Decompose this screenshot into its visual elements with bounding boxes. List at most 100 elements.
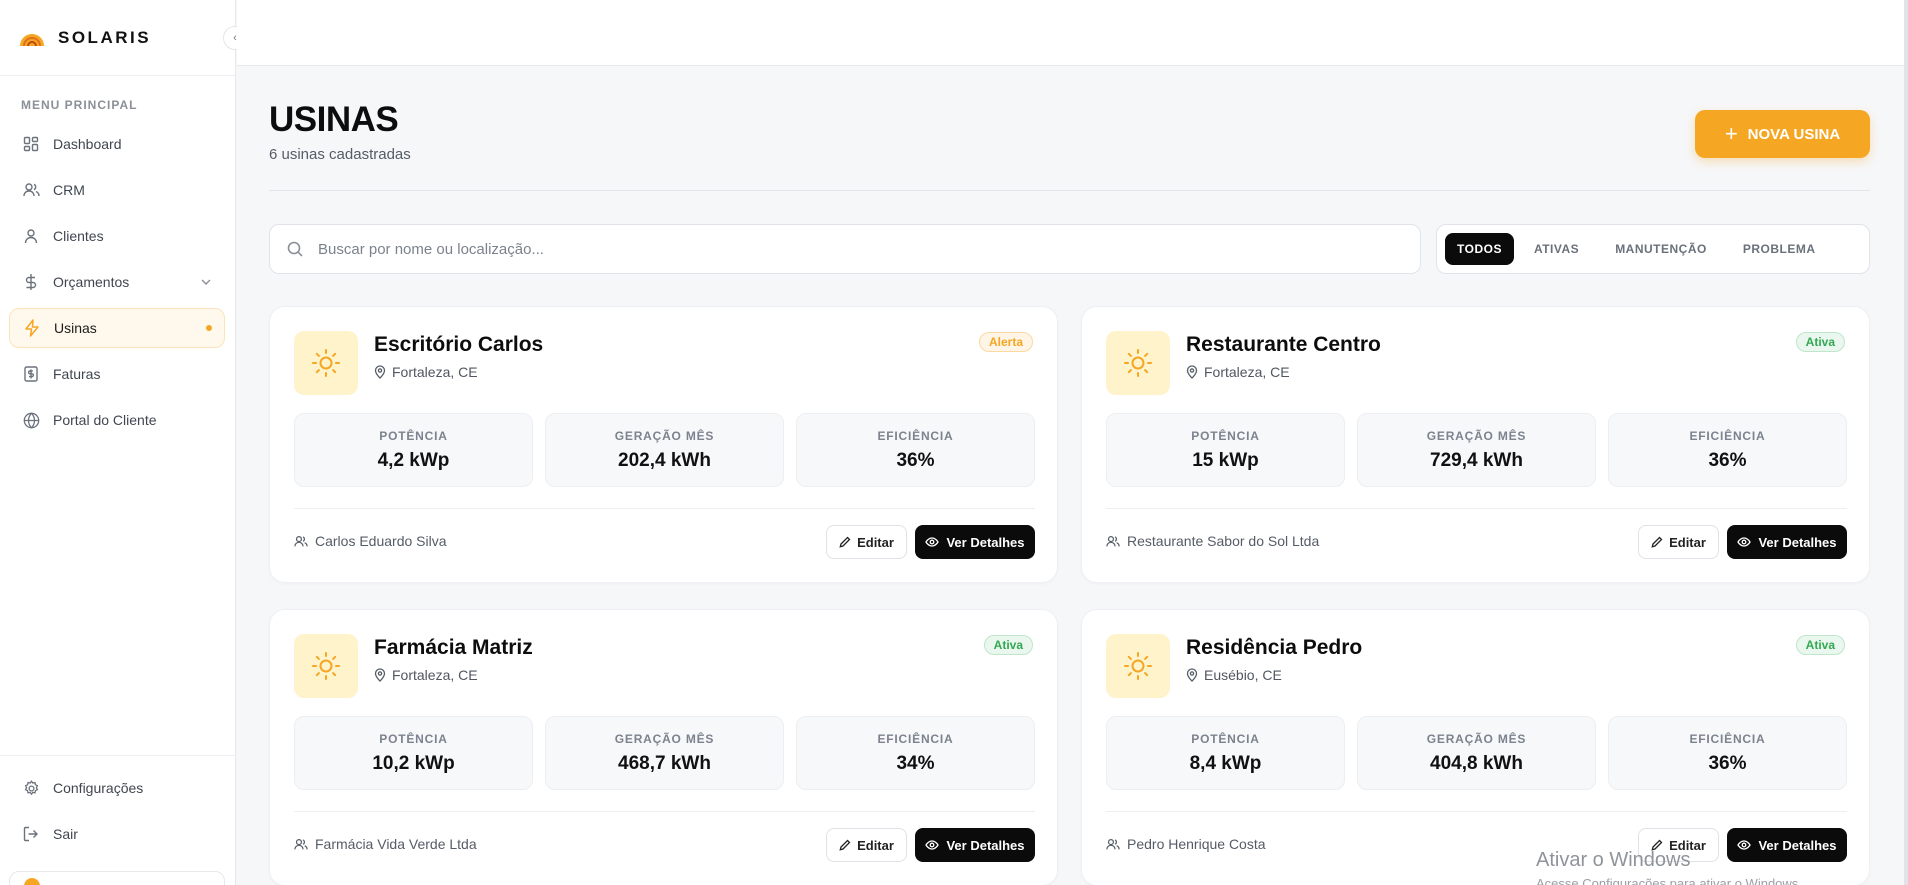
plant-card[interactable]: Restaurante Centro Fortaleza, CE Ativa P…	[1081, 306, 1870, 583]
sidebar-item-label: Sair	[53, 826, 78, 842]
users-icon	[1106, 838, 1120, 849]
user-profile-card[interactable]	[9, 871, 225, 885]
sidebar-item-dashboard[interactable]: Dashboard	[9, 124, 225, 164]
plant-location: Fortaleza, CE	[374, 667, 478, 683]
filter-manutencao[interactable]: MANUTENÇÃO	[1603, 233, 1719, 265]
plant-name: Escritório Carlos	[374, 333, 544, 356]
user-icon	[22, 227, 40, 245]
plant-owner-name: Restaurante Sabor do Sol Ltda	[1127, 533, 1320, 549]
search-input[interactable]	[318, 240, 1318, 258]
sidebar-item-usinas[interactable]: Usinas	[9, 308, 225, 348]
stat-label: GERAÇÃO MÊS	[614, 731, 715, 746]
sidebar-item-label: Clientes	[53, 228, 104, 244]
sidebar-item-label: Faturas	[53, 366, 101, 382]
sidebar-item-clientes[interactable]: Clientes	[9, 216, 225, 256]
logout-icon	[22, 825, 40, 843]
sidebar-item-label: Portal do Cliente	[53, 412, 157, 428]
plant-name: Residência Pedro	[1186, 636, 1363, 659]
stat-power: POTÊNCIA 4,2 kWp	[294, 413, 533, 487]
sidebar-item-portal-do-cliente[interactable]: Portal do Cliente	[9, 400, 225, 440]
divider	[269, 190, 1870, 191]
users-icon	[294, 535, 308, 546]
stat-value: 404,8 kWh	[1430, 752, 1523, 774]
pencil-icon	[839, 536, 851, 548]
stat-value: 4,2 kWp	[377, 449, 450, 471]
filter-ativas[interactable]: ATIVAS	[1522, 233, 1591, 265]
plant-card[interactable]: Farmácia Matriz Fortaleza, CE Ativa POTÊ…	[269, 609, 1058, 885]
stat-label: POTÊNCIA	[379, 731, 448, 746]
active-indicator-dot	[206, 325, 212, 331]
stat-efficiency: EFICIÊNCIA 36%	[796, 413, 1035, 487]
stat-power: POTÊNCIA 10,2 kWp	[294, 716, 533, 790]
stat-label: EFICIÊNCIA	[877, 731, 954, 746]
plant-location: Fortaleza, CE	[374, 364, 478, 380]
plant-sun-icon-box	[1106, 634, 1170, 698]
eye-icon	[1737, 537, 1752, 547]
stat-value: 468,7 kWh	[618, 752, 711, 774]
search-bar[interactable]	[269, 224, 1421, 274]
view-details-button[interactable]: Ver Detalhes	[915, 525, 1035, 559]
plant-location: Fortaleza, CE	[1186, 364, 1290, 380]
card-divider	[1106, 811, 1847, 812]
stat-label: POTÊNCIA	[379, 428, 448, 443]
sidebar-item-orcamentos[interactable]: Orçamentos	[9, 262, 225, 302]
view-details-label: Ver Detalhes	[1758, 534, 1837, 550]
plant-card[interactable]: Escritório Carlos Fortaleza, CE Alerta P…	[269, 306, 1058, 583]
sidebar: SOLARIS ‹ MENU PRINCIPAL Dashboard CRM C…	[0, 0, 247, 885]
stat-value: 202,4 kWh	[618, 449, 711, 471]
plant-owner: Farmácia Vida Verde Ltda	[294, 836, 477, 852]
stat-generation: GERAÇÃO MÊS 404,8 kWh	[1357, 716, 1596, 790]
new-plant-button[interactable]: + NOVA USINA	[1695, 110, 1870, 158]
card-divider	[294, 811, 1035, 812]
stat-efficiency: EFICIÊNCIA 36%	[1608, 413, 1847, 487]
sidebar-item-faturas[interactable]: Faturas	[9, 354, 225, 394]
plant-owner-name: Farmácia Vida Verde Ltda	[315, 836, 477, 852]
sidebar-item-configuracoes[interactable]: Configurações	[9, 768, 226, 808]
stat-generation: GERAÇÃO MÊS 468,7 kWh	[545, 716, 784, 790]
sidebar-bottom: Configurações Sair	[0, 755, 236, 885]
sun-icon	[312, 349, 340, 377]
scrollbar[interactable]	[1904, 0, 1908, 885]
status-badge: Alerta	[978, 332, 1033, 352]
view-details-label: Ver Detalhes	[946, 837, 1025, 853]
map-pin-icon	[1186, 668, 1198, 682]
stat-value: 36%	[896, 449, 935, 471]
card-divider	[1106, 508, 1847, 509]
edit-label: Editar	[857, 534, 894, 550]
chevron-down-icon	[201, 276, 211, 288]
watermark-subtitle: Acesse Configurações para ativar o Windo…	[1536, 876, 1802, 885]
map-pin-icon	[374, 668, 386, 682]
dollar-icon	[22, 273, 40, 291]
stat-label: GERAÇÃO MÊS	[1426, 428, 1527, 443]
stat-label: GERAÇÃO MÊS	[614, 428, 715, 443]
plus-icon: +	[1724, 121, 1738, 146]
plant-stats: POTÊNCIA 8,4 kWp GERAÇÃO MÊS 404,8 kWh EFI…	[1106, 716, 1847, 790]
plant-location: Eusébio, CE	[1186, 667, 1282, 683]
plant-stats: POTÊNCIA 15 kWp GERAÇÃO MÊS 729,4 kWh EFIC…	[1106, 413, 1847, 487]
edit-button[interactable]: Editar	[826, 525, 907, 559]
plant-owner: Pedro Henrique Costa	[1106, 836, 1266, 852]
stat-value: 34%	[896, 752, 935, 774]
invoice-icon	[22, 365, 40, 383]
sidebar-item-sair[interactable]: Sair	[9, 814, 226, 854]
stat-efficiency: EFICIÊNCIA 36%	[1608, 716, 1847, 790]
filter-problema[interactable]: PROBLEMA	[1731, 233, 1828, 265]
filter-todos[interactable]: TODOS	[1445, 233, 1514, 265]
edit-button[interactable]: Editar	[826, 828, 907, 862]
plant-card[interactable]: Residência Pedro Eusébio, CE Ativa POTÊN…	[1081, 609, 1870, 885]
page-subtitle: 6 usinas cadastradas	[269, 146, 411, 163]
view-details-button[interactable]: Ver Detalhes	[915, 828, 1035, 862]
stat-power: POTÊNCIA 15 kWp	[1106, 413, 1345, 487]
sidebar-item-label: Usinas	[54, 320, 97, 336]
plant-sun-icon-box	[294, 634, 358, 698]
sidebar-item-crm[interactable]: CRM	[9, 170, 225, 210]
plant-location-text: Fortaleza, CE	[1204, 364, 1290, 380]
brand[interactable]: SOLARIS ‹	[0, 0, 247, 76]
edit-button[interactable]: Editar	[1638, 525, 1719, 559]
stat-value: 729,4 kWh	[1430, 449, 1523, 471]
view-details-button[interactable]: Ver Detalhes	[1727, 525, 1847, 559]
main-menu: Dashboard CRM Clientes Orçamentos Usinas…	[0, 124, 235, 440]
brand-name: SOLARIS	[58, 27, 152, 47]
watermark-title: Ativar o Windows	[1536, 849, 1691, 871]
stat-efficiency: EFICIÊNCIA 34%	[796, 716, 1035, 790]
